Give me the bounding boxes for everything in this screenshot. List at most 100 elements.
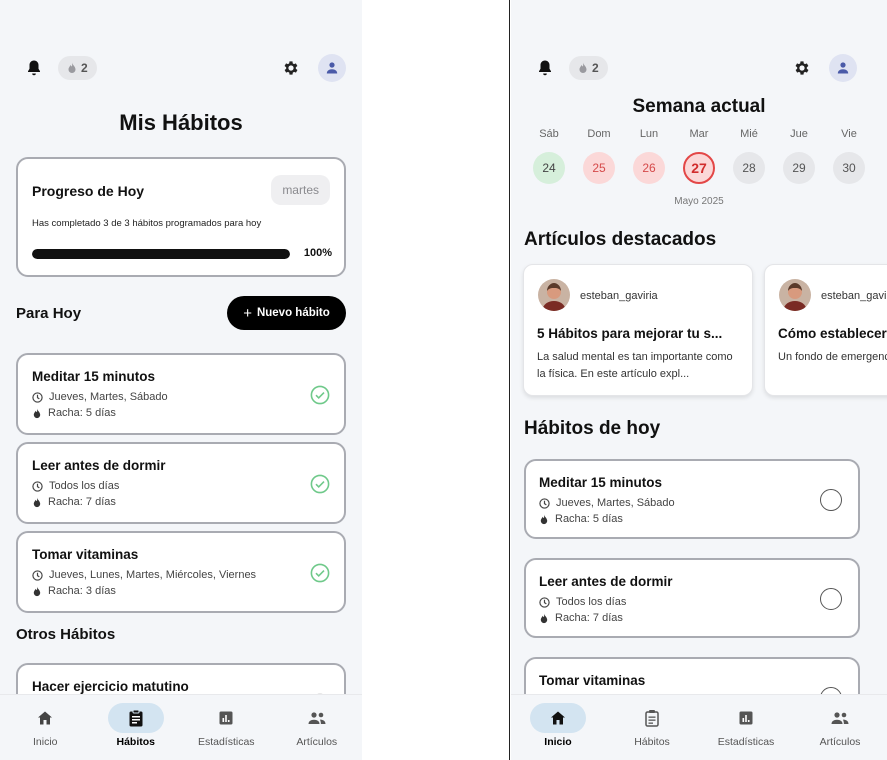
author-avatar — [538, 279, 570, 311]
person-icon — [837, 62, 849, 74]
streak-badge[interactable]: 2 — [58, 56, 97, 80]
day-number: 29 — [783, 152, 815, 184]
article-card[interactable]: esteban_gaviria 5 Hábitos para mejorar t… — [523, 264, 753, 396]
complete-radio[interactable] — [820, 588, 842, 610]
bell-icon[interactable] — [535, 58, 555, 78]
calendar-day[interactable]: Sáb 24 — [529, 128, 569, 184]
streak-count: 2 — [592, 61, 599, 75]
flame-icon — [579, 62, 587, 73]
profile-avatar[interactable] — [829, 54, 857, 82]
nav-label: Artículos — [296, 736, 338, 748]
complete-radio[interactable] — [820, 489, 842, 511]
habit-streak: Racha: 7 días — [48, 496, 116, 508]
habit-streak: Racha: 3 días — [48, 585, 116, 597]
flame-icon — [68, 62, 76, 73]
profile-avatar[interactable] — [318, 54, 346, 82]
bottom-nav: Inicio Hábitos Estadísticas Artículos — [0, 694, 362, 760]
habit-streak: Racha: 7 días — [555, 612, 623, 624]
day-number: 25 — [583, 152, 615, 184]
nav-item-inicio[interactable]: Inicio — [0, 695, 91, 760]
flame-icon — [33, 407, 41, 418]
check-circle-icon[interactable] — [310, 385, 330, 405]
calendar-day[interactable]: Lun 26 — [629, 128, 669, 184]
people-icon — [831, 712, 849, 724]
day-label: Mar — [689, 128, 709, 140]
habit-days: Jueves, Martes, Sábado — [556, 497, 675, 509]
day-label: Mié — [740, 128, 758, 140]
today-habits-title: Hábitos de hoy — [524, 418, 661, 439]
nav-item-articulos[interactable]: Artículos — [793, 695, 887, 760]
habit-card[interactable]: Leer antes de dormir Todos los días Rach… — [524, 558, 860, 638]
progress-percent: 100% — [303, 247, 332, 259]
status-bar — [511, 0, 887, 40]
day-label: Sáb — [539, 128, 559, 140]
nav-item-habitos[interactable]: Hábitos — [91, 695, 182, 760]
nav-label: Estadísticas — [717, 736, 775, 748]
clock-icon — [539, 596, 550, 608]
day-badge: martes — [271, 175, 330, 205]
clock-icon — [32, 569, 43, 581]
habit-card[interactable]: Leer antes de dormir Todos los días Rach… — [16, 442, 346, 524]
nav-item-articulos[interactable]: Artículos — [272, 695, 363, 760]
progress-title: Progreso de Hoy — [32, 183, 145, 199]
calendar-day[interactable]: Dom 25 — [579, 128, 619, 184]
nav-item-estadisticas[interactable]: Estadísticas — [699, 695, 793, 760]
gear-icon[interactable] — [791, 57, 813, 79]
clock-icon — [32, 480, 43, 492]
check-circle-icon[interactable] — [310, 563, 330, 583]
calendar-day-today[interactable]: Mar 27 — [679, 128, 719, 184]
progress-bar — [32, 249, 290, 259]
screen-divider — [509, 0, 510, 760]
article-headline: 5 Hábitos para mejorar tu s... — [537, 326, 723, 341]
habit-name: Tomar vitaminas — [539, 673, 646, 688]
habit-days: Todos los días — [49, 480, 120, 492]
habit-name: Meditar 15 minutos — [539, 475, 663, 490]
bell-icon[interactable] — [24, 58, 44, 78]
month-label: Mayo 2025 — [674, 196, 724, 207]
chart-icon — [739, 711, 753, 725]
week-title: Semana actual — [632, 96, 766, 117]
article-excerpt: La salud mental es tan importante como l… — [537, 351, 733, 380]
flame-icon — [33, 496, 41, 507]
calendar-day[interactable]: Jue 29 — [779, 128, 819, 184]
day-label: Vie — [841, 128, 857, 140]
habit-card[interactable]: Meditar 15 minutos Jueves, Martes, Sábad… — [524, 459, 860, 539]
day-number: 26 — [633, 152, 665, 184]
app-bar: 2 — [535, 54, 857, 82]
habit-days: Jueves, Martes, Sábado — [49, 391, 168, 403]
bottom-nav: Inicio Hábitos Estadísticas Artículos — [511, 694, 887, 760]
clipboard-icon — [129, 709, 143, 727]
nav-label: Inicio — [32, 736, 58, 748]
chart-icon — [219, 711, 233, 725]
article-excerpt: Un fondo de emergencia es esencial para … — [778, 351, 887, 363]
new-habit-button[interactable]: + Nuevo hábito — [227, 296, 346, 330]
day-number: 24 — [533, 152, 565, 184]
nav-item-inicio[interactable]: Inicio — [511, 695, 605, 760]
habit-streak: Racha: 5 días — [48, 407, 116, 419]
clock-icon — [539, 497, 550, 509]
check-circle-icon[interactable] — [310, 474, 330, 494]
author-name: esteban_gaviria — [821, 290, 887, 302]
nav-label: Hábitos — [634, 736, 670, 748]
nav-item-habitos[interactable]: Hábitos — [605, 695, 699, 760]
habit-days: Todos los días — [556, 596, 627, 608]
habit-name: Hacer ejercicio matutino — [32, 679, 189, 694]
habit-name: Leer antes de dormir — [32, 458, 166, 473]
calendar-day[interactable]: Mié 28 — [729, 128, 769, 184]
flame-icon — [33, 585, 41, 596]
app-bar: 2 — [24, 54, 346, 82]
calendar-day[interactable]: Vie 30 — [829, 128, 869, 184]
status-bar — [0, 0, 362, 40]
habit-card[interactable]: Tomar vitaminas Jueves, Lunes, Martes, M… — [16, 531, 346, 613]
home-icon — [551, 711, 565, 725]
habit-card[interactable]: Meditar 15 minutos Jueves, Martes, Sábad… — [16, 353, 346, 435]
new-habit-label: Nuevo hábito — [256, 307, 330, 319]
nav-item-estadisticas[interactable]: Estadísticas — [181, 695, 272, 760]
author-name: esteban_gaviria — [580, 290, 658, 302]
progress-description: Has completado 3 de 3 hábitos programado… — [32, 218, 262, 229]
gear-icon[interactable] — [280, 57, 302, 79]
article-card[interactable]: esteban_gaviria Cómo establecer metas Un… — [764, 264, 887, 396]
day-number: 27 — [683, 152, 715, 184]
nav-label: Hábitos — [116, 736, 155, 748]
streak-badge[interactable]: 2 — [569, 56, 608, 80]
